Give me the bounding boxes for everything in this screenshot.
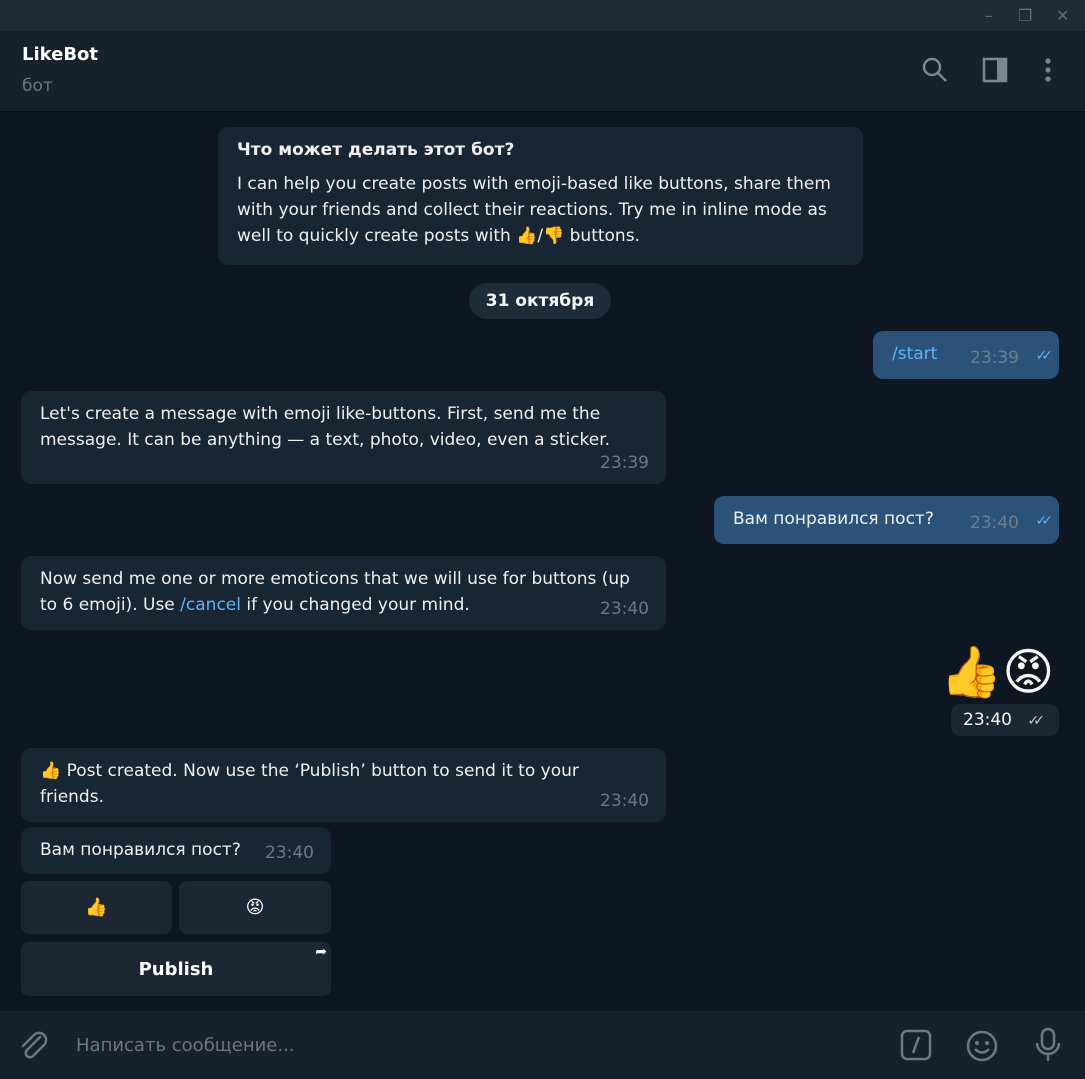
message-incoming[interactable]: Now send me one or more emoticons that w…	[21, 556, 666, 630]
restore-button[interactable]: ❐	[1018, 6, 1032, 25]
share-arrow-icon: ➦	[315, 944, 327, 960]
message-text: Вам понравился пост?	[40, 840, 241, 860]
minimize-button[interactable]: –	[985, 6, 993, 25]
double-check-icon: ✓✓	[1027, 713, 1045, 729]
message-text: if you changed your mind.	[240, 595, 470, 615]
message-time: 23:40	[600, 599, 649, 619]
double-check-icon: ✓✓	[1035, 348, 1054, 364]
message-text: 👍 Post created. Now use the ‘Publish’ bu…	[40, 761, 579, 807]
cancel-command-link[interactable]: /cancel	[180, 595, 241, 615]
message-incoming[interactable]: Let's create a message with emoji like-b…	[21, 391, 666, 484]
message-time: 23:40	[963, 710, 1012, 730]
chat-subtitle: бот	[22, 76, 53, 96]
publish-label: Publish	[138, 958, 214, 980]
message-time: 23:39	[600, 453, 649, 473]
microphone-icon[interactable]	[1034, 1027, 1062, 1063]
emoji-message[interactable]: 👍😡	[940, 640, 1054, 704]
emoji-message-time: 23:40 ✓✓	[951, 704, 1059, 736]
bot-info-text: I can help you create posts with emoji-b…	[237, 174, 831, 246]
bot-info-card: Что может делать этот бот? I can help yo…	[218, 127, 863, 265]
close-button[interactable]: ✕	[1056, 6, 1069, 25]
command-link[interactable]: /start	[892, 344, 937, 364]
message-time: 23:39	[970, 348, 1019, 368]
inline-button-angry[interactable]: 😡	[179, 881, 331, 934]
search-icon[interactable]	[922, 57, 948, 83]
chat-title: LikeBot	[22, 44, 99, 65]
date-badge: 31 октября	[469, 283, 611, 319]
chat-header[interactable]: LikeBot бот	[0, 31, 1085, 112]
message-outgoing[interactable]: /start 23:39 ✓✓	[873, 331, 1059, 379]
composer	[0, 1011, 1085, 1079]
message-incoming[interactable]: 👍 Post created. Now use the ‘Publish’ bu…	[21, 748, 666, 822]
more-vertical-icon[interactable]	[1040, 57, 1056, 83]
message-incoming[interactable]: Вам понравился пост? 23:40	[21, 827, 331, 874]
message-time: 23:40	[970, 513, 1019, 533]
message-time: 23:40	[600, 791, 649, 811]
bot-info-title: Что может делать этот бот?	[237, 140, 515, 160]
message-input[interactable]	[76, 1031, 876, 1059]
inline-button-thumbs-up[interactable]: 👍	[21, 881, 172, 934]
window-titlebar: – ❐ ✕	[0, 0, 1085, 31]
message-text: Вам понравился пост?	[733, 509, 934, 529]
attach-icon[interactable]	[18, 1029, 50, 1063]
message-time: 23:40	[265, 843, 314, 863]
bot-command-icon[interactable]	[900, 1029, 932, 1061]
message-text: Let's create a message with emoji like-b…	[40, 404, 611, 450]
message-outgoing[interactable]: Вам понравился пост? 23:40 ✓✓	[714, 496, 1059, 544]
double-check-icon: ✓✓	[1035, 513, 1054, 529]
emoji-icon[interactable]	[965, 1029, 999, 1063]
sidebar-toggle-icon[interactable]	[982, 57, 1008, 83]
publish-button[interactable]: Publish ➦	[21, 942, 331, 996]
